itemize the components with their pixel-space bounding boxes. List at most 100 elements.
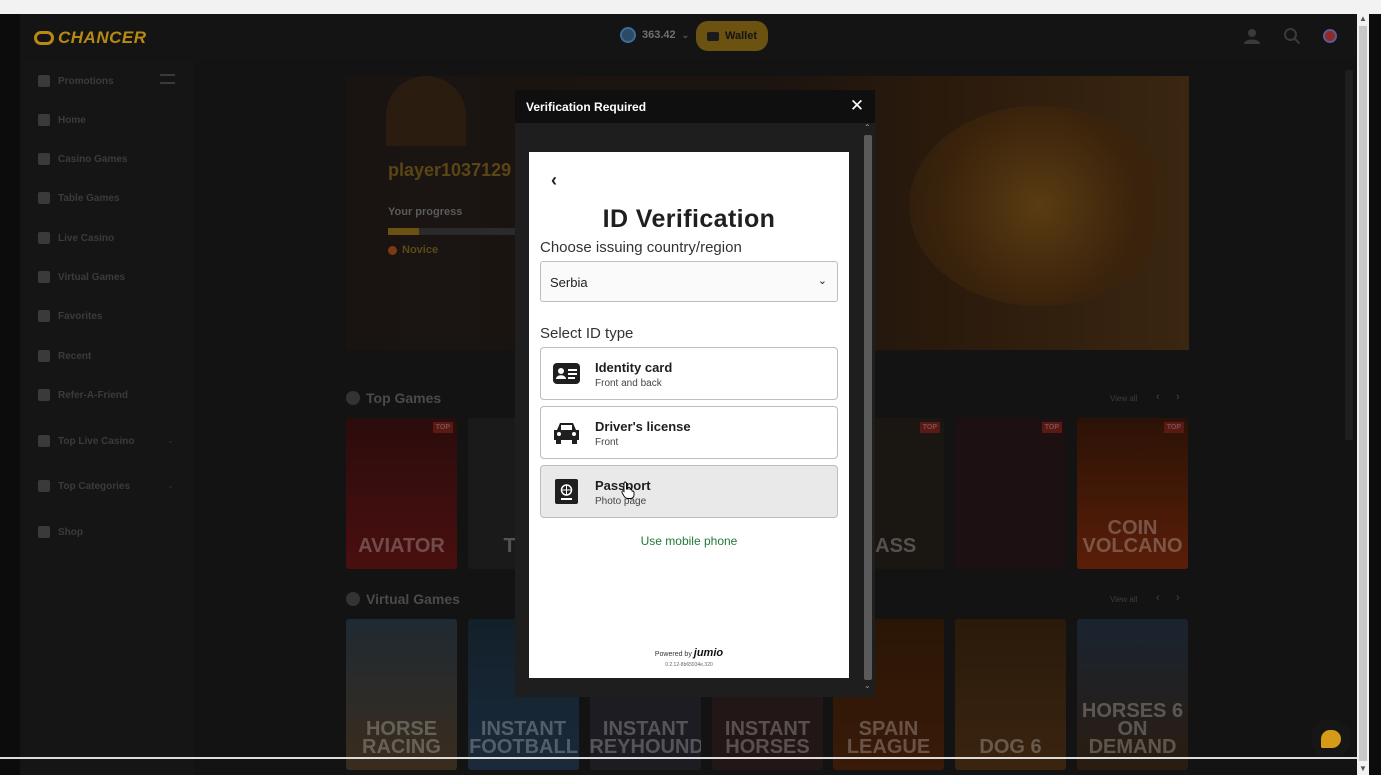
chancer-logo[interactable]: CHANCER xyxy=(34,28,147,48)
scroll-up-icon[interactable]: ⌃ xyxy=(864,123,871,132)
country-label: Choose issuing country/region xyxy=(540,239,742,256)
option-title: Driver's license xyxy=(595,419,691,434)
country-value: Serbia xyxy=(550,275,588,290)
sidebar-item-label: Top Categories xyxy=(58,480,131,492)
banner-gold-art xyxy=(909,106,1169,306)
modal-scrollbar-thumb[interactable] xyxy=(864,135,872,680)
game-tile[interactable]: TOP AVIATOR xyxy=(346,418,457,569)
powered-by-text: Powered by xyxy=(654,651,692,658)
scroll-up-icon[interactable]: ▲ xyxy=(1359,14,1367,23)
site-header: CHANCER 363.42 ⌄ Wallet xyxy=(20,14,1357,60)
progress-fill xyxy=(388,228,419,235)
top-badge: TOP xyxy=(1163,422,1184,433)
game-title: HORSES 6 ON DEMAND xyxy=(1081,700,1184,758)
gift-icon xyxy=(38,75,50,87)
sidebar-item-label: Refer-A-Friend xyxy=(58,389,129,401)
modal-scrollbar[interactable]: ⌃ ⌄ xyxy=(862,123,874,695)
logo-text: CHANCER xyxy=(58,28,147,47)
wallet-label: Wallet xyxy=(725,30,757,42)
chevron-down-icon[interactable]: ⌄ xyxy=(167,436,174,445)
sidebar-item-promotions[interactable]: Promotions xyxy=(38,75,114,87)
horse-icon xyxy=(38,271,50,283)
section-title: Virtual Games xyxy=(366,591,460,607)
sidebar-item-live-casino[interactable]: Live Casino xyxy=(38,232,114,244)
game-title: INSTANT FOOTBALL xyxy=(469,718,578,758)
player-username: player1037129 xyxy=(388,160,512,180)
chevron-down-icon[interactable]: ⌄ xyxy=(167,481,174,490)
search-icon[interactable] xyxy=(1283,27,1301,45)
top-badge: TOP xyxy=(919,422,940,433)
verification-modal: Verification Required ✕ ⌃ ⌄ ‹ ID Verific… xyxy=(515,90,875,697)
page-scrollbar-thumb[interactable] xyxy=(1359,26,1367,761)
prev-arrow-icon[interactable]: ‹ xyxy=(1156,391,1160,403)
game-tile[interactable]: HORSE RACING xyxy=(346,619,457,770)
sidebar-item-home[interactable]: Home xyxy=(38,114,86,126)
sidebar-item-shop[interactable]: Shop xyxy=(38,526,83,538)
jumio-frame: ‹ ID Verification Choose issuing country… xyxy=(529,152,849,678)
slot-icon xyxy=(38,153,50,165)
passport-option[interactable]: Passport Photo page xyxy=(540,465,838,518)
version-text: 0.2.12-8b65934e.320 xyxy=(665,662,713,668)
sidebar-item-table-games[interactable]: Table Games xyxy=(38,192,120,204)
sidebar-item-label: Promotions xyxy=(58,75,114,87)
next-arrow-icon[interactable]: › xyxy=(1176,391,1180,403)
top-badge: TOP xyxy=(1041,422,1062,433)
close-icon[interactable]: ✕ xyxy=(847,96,867,116)
chevron-down-icon: ⌄ xyxy=(681,29,690,40)
game-tile[interactable]: DOG 6 xyxy=(955,619,1066,770)
sidebar-item-recent[interactable]: Recent xyxy=(38,350,91,362)
sidebar-item-top-categories[interactable]: Top Categories xyxy=(38,480,130,492)
collapse-sidebar-icon[interactable] xyxy=(160,74,175,84)
car-icon xyxy=(554,423,579,444)
sidebar-item-label: Live Casino xyxy=(58,232,115,244)
sidebar-item-label: Favorites xyxy=(58,310,103,322)
id-type-label: Select ID type xyxy=(540,325,634,342)
sidebar-item-label: Casino Games xyxy=(58,153,128,165)
sidebar-item-label: Home xyxy=(58,114,86,126)
sidebar-item-favorites[interactable]: Favorites xyxy=(38,310,102,322)
balance-dropdown[interactable]: 363.42 ⌄ xyxy=(620,27,689,43)
sidebar-item-label: Shop xyxy=(58,526,83,538)
game-tile[interactable]: TOP COIN VOLCANO xyxy=(1077,418,1188,569)
sidebar-item-virtual-games[interactable]: Virtual Games xyxy=(38,271,125,283)
users-icon xyxy=(38,389,50,401)
sidebar-item-top-live-casino[interactable]: Top Live Casino xyxy=(38,435,135,447)
top-badge: TOP xyxy=(432,422,453,433)
user-icon[interactable] xyxy=(1243,27,1261,45)
logo-mark-icon xyxy=(34,31,54,45)
language-flag-icon[interactable] xyxy=(1323,29,1337,43)
virtual-games-view-all[interactable]: View all xyxy=(1110,595,1137,604)
drivers-license-option[interactable]: Driver's license Front xyxy=(540,406,838,459)
game-tile[interactable]: HORSES 6 ON DEMAND xyxy=(1077,619,1188,770)
sidebar-item-refer-a-friend[interactable]: Refer-A-Friend xyxy=(38,389,128,401)
scroll-down-icon[interactable]: ⌄ xyxy=(864,681,871,690)
chat-button[interactable] xyxy=(1311,719,1351,759)
game-tile[interactable]: TOP xyxy=(955,418,1066,569)
tv-icon xyxy=(38,435,50,447)
cart-icon xyxy=(38,526,50,538)
option-subtitle: Front and back xyxy=(595,378,662,389)
sidebar-item-casino-games[interactable]: Casino Games xyxy=(38,153,127,165)
dealer-icon xyxy=(38,232,50,244)
balance-value: 363.42 xyxy=(642,29,676,41)
prev-arrow-icon[interactable]: ‹ xyxy=(1156,592,1160,604)
top-games-view-all[interactable]: View all xyxy=(1110,394,1137,403)
content-scrollbar[interactable] xyxy=(1345,70,1353,440)
sidebar-item-label: Top Live Casino xyxy=(58,435,135,447)
back-arrow-icon[interactable]: ‹ xyxy=(551,170,557,191)
id-verification-title: ID Verification xyxy=(602,205,776,233)
progress-bar xyxy=(388,228,516,235)
coin-icon xyxy=(620,27,636,43)
sidebar-item-label: Table Games xyxy=(58,192,120,204)
next-arrow-icon[interactable]: › xyxy=(1176,592,1180,604)
game-title: SPAIN LEAGUE xyxy=(846,718,931,758)
scroll-down-icon[interactable]: ▼ xyxy=(1359,764,1367,773)
use-mobile-phone-link[interactable]: Use mobile phone xyxy=(529,534,849,548)
country-select[interactable]: Serbia ⌄ xyxy=(540,261,838,302)
wallet-button[interactable]: Wallet xyxy=(696,21,768,51)
crown-icon xyxy=(38,480,50,492)
identity-card-option[interactable]: Identity card Front and back xyxy=(540,347,838,400)
page-scrollbar[interactable]: ▲ ▼ xyxy=(1357,14,1369,775)
heart-icon xyxy=(38,310,50,322)
powered-by-jumio: Powered by jumio xyxy=(529,647,849,659)
